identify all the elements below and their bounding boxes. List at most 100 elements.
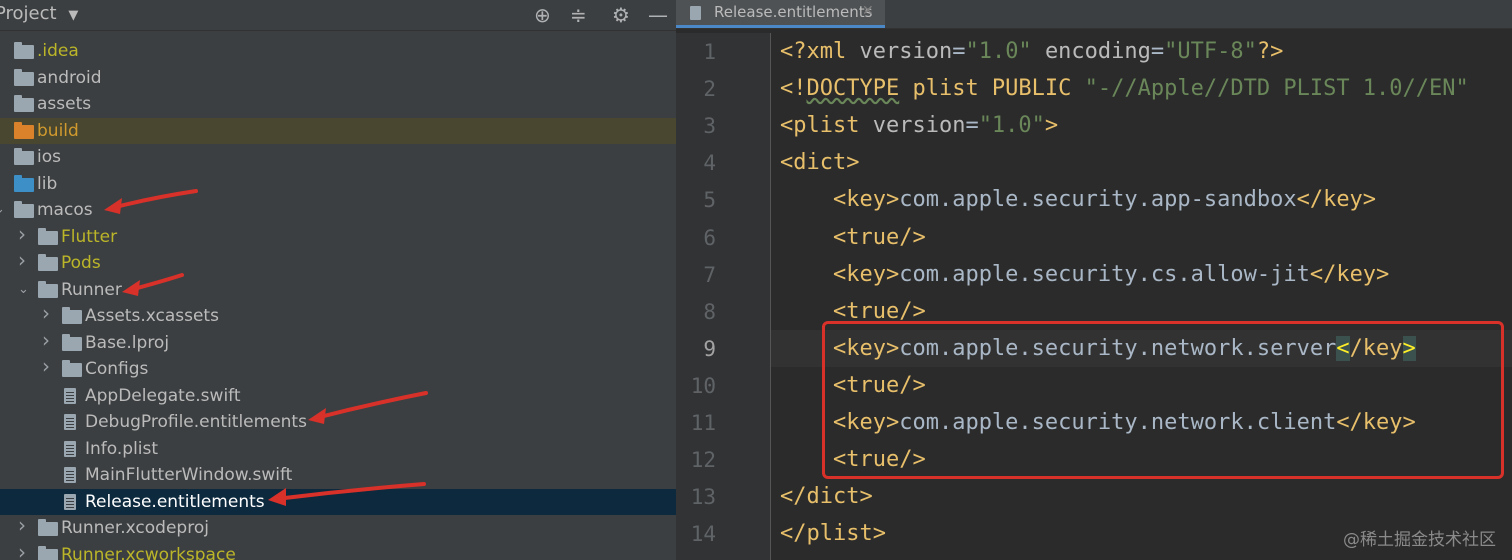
tree-item-label: assets — [37, 94, 92, 114]
project-view-dropdown[interactable]: Project ▼ — [0, 3, 78, 24]
editor-tab-bar: Release.entitlements ✕ — [676, 0, 1512, 29]
code-token: ?> — [1256, 39, 1284, 64]
tab-release-entitlements[interactable]: Release.entitlements ✕ — [676, 0, 885, 28]
tree-item-base-lproj[interactable]: › Base.lproj — [0, 330, 676, 357]
tree-item-label: Release.entitlements — [85, 491, 265, 512]
folder-icon — [14, 201, 34, 218]
folder-icon — [14, 121, 34, 139]
code-token: <true/> — [832, 298, 926, 324]
tree-item-assets[interactable]: assets — [0, 91, 676, 118]
tree-item-label: MainFlutterWindow.swift — [85, 465, 293, 485]
tree-item-build[interactable]: build — [0, 117, 676, 144]
code-token: > — [1044, 113, 1059, 139]
tree-item-label: Assets.xcassets — [85, 306, 219, 326]
code-token: = — [1150, 39, 1165, 64]
chevron-right-icon[interactable]: › — [18, 515, 26, 535]
folder-icon — [62, 333, 82, 351]
chevron-down-icon[interactable]: ⌄ — [0, 200, 5, 220]
tree-item-lib[interactable]: lib — [0, 171, 676, 198]
folder-icon — [38, 254, 58, 271]
tree-item-configs[interactable]: › Configs — [0, 356, 676, 383]
line-number: 9 — [703, 336, 716, 361]
tree-item-debugprofile-entitlements[interactable]: DebugProfile.entitlements — [0, 409, 676, 436]
gear-icon[interactable]: ⚙ — [612, 2, 630, 28]
code-line: </dict> — [780, 484, 873, 510]
code-token: com.apple.security.app-sandbox — [899, 187, 1297, 213]
minimize-icon[interactable]: — — [648, 2, 668, 28]
code-token: = — [952, 39, 966, 64]
folder-icon — [38, 545, 58, 560]
tree-item-ios[interactable]: ios — [0, 144, 676, 171]
file-icon — [64, 414, 76, 430]
folder-icon — [14, 68, 34, 86]
code-token: <plist — [780, 113, 873, 139]
tree-item-label: Info.plist — [85, 438, 159, 459]
code-line: <?xml version="1.0" encoding="UTF-8"?> — [780, 39, 1283, 65]
tree-item-label: build — [37, 120, 79, 141]
tree-item-runner-xcworkspace[interactable]: › Runner.xcworkspace — [0, 542, 676, 560]
folder-icon — [14, 95, 34, 112]
locate-icon[interactable]: ⊕ — [534, 2, 551, 28]
line-number: 5 — [703, 188, 716, 213]
line-number: 8 — [703, 299, 716, 324]
tree-item-label: Base.lproj — [85, 332, 170, 353]
code-editor: Release.entitlements ✕ 1 2 3 4 5 6 7 8 9 10 11 12 13… — [676, 0, 1512, 560]
code-token: </key> — [1309, 261, 1390, 287]
code-token: "-//Apple//DTD PLIST 1.0//EN" — [1084, 76, 1469, 102]
tree-item-label: Runner — [61, 279, 122, 300]
tree-item-info-plist[interactable]: Info.plist — [0, 436, 676, 463]
tab-label: Release.entitlements — [714, 3, 873, 21]
tree-item-runner[interactable]: ⌄ Runner — [0, 277, 676, 304]
tree-item-label: .idea — [37, 41, 79, 61]
tree-item-idea[interactable]: .idea — [0, 38, 676, 65]
chevron-right-icon[interactable]: › — [42, 356, 50, 376]
folder-icon — [62, 307, 82, 324]
folder-icon — [38, 280, 58, 298]
code-token: version — [859, 39, 953, 64]
project-view-title: Project — [0, 3, 57, 24]
folder-icon — [14, 42, 34, 59]
close-icon[interactable]: ✕ — [862, 3, 874, 19]
line-number-gutter: 1 2 3 4 5 6 7 8 9 10 11 12 13 14 — [676, 33, 771, 560]
tree-item-label: AppDelegate.swift — [85, 385, 241, 406]
project-panel: Project ▼ ⊕ ≑ ⚙ — .idea android assets buil… — [0, 0, 676, 560]
chevron-right-icon[interactable]: › — [42, 330, 50, 350]
code-line: </plist> — [780, 521, 886, 547]
chevron-right-icon[interactable]: › — [18, 542, 26, 560]
tree-item-label: ios — [37, 147, 61, 167]
collapse-all-icon[interactable]: ≑ — [570, 2, 587, 28]
folder-icon — [14, 148, 34, 165]
annotation-highlight-box — [822, 321, 1504, 479]
tree-item-android[interactable]: android — [0, 65, 676, 92]
code-token: <dict> — [780, 150, 860, 176]
tree-item-assets-xcassets[interactable]: › Assets.xcassets — [0, 303, 676, 330]
chevron-right-icon[interactable]: › — [18, 224, 26, 244]
tree-item-runner-xcodeproj[interactable]: › Runner.xcodeproj — [0, 515, 676, 542]
chevron-right-icon[interactable]: › — [18, 250, 26, 270]
tree-item-macos[interactable]: ⌄ macos — [0, 197, 676, 224]
tree-item-label: macos — [37, 200, 93, 220]
tree-item-release-entitlements[interactable]: Release.entitlements — [0, 488, 676, 515]
line-number: 4 — [703, 151, 716, 176]
tree-item-label: Pods — [61, 253, 101, 273]
code-line: <key>com.apple.security.app-sandbox</key… — [780, 187, 1376, 213]
line-number: 13 — [690, 485, 716, 510]
code-token: </plist> — [780, 521, 886, 547]
tree-item-mainflutterwindow-swift[interactable]: MainFlutterWindow.swift — [0, 462, 676, 489]
tree-item-flutter[interactable]: › Flutter — [0, 224, 676, 251]
chevron-right-icon[interactable]: › — [42, 303, 50, 323]
tree-item-appdelegate-swift[interactable]: AppDelegate.swift — [0, 383, 676, 410]
tree-item-label: lib — [37, 173, 58, 194]
code-token: "UTF-8" — [1164, 39, 1257, 64]
code-token: "1.0" — [965, 39, 1032, 64]
line-number: 7 — [703, 262, 716, 287]
tree-item-pods[interactable]: › Pods — [0, 250, 676, 277]
line-number: 10 — [690, 373, 716, 398]
code-line: <dict> — [780, 150, 859, 176]
chevron-down-icon[interactable]: ⌄ — [18, 280, 29, 300]
line-number: 11 — [690, 411, 716, 435]
folder-icon — [14, 174, 34, 192]
code-token: <key> — [832, 187, 900, 213]
